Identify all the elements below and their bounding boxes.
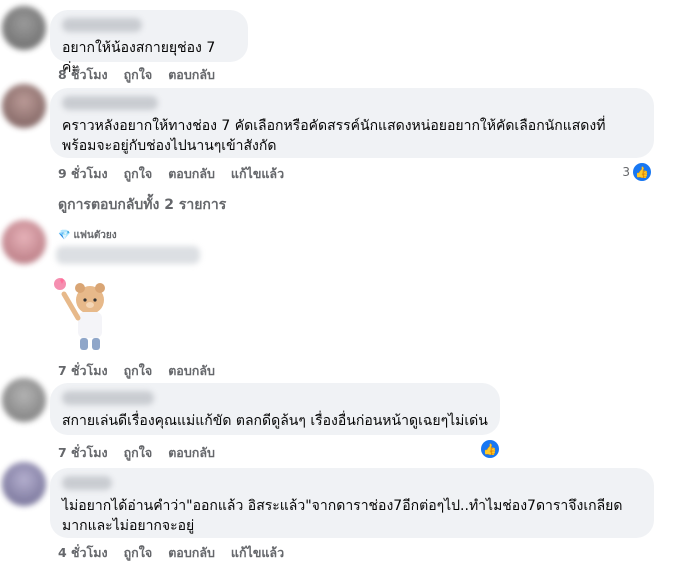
top-fan-label: แฟนตัวยง (73, 230, 117, 241)
comment-actions: 4 ชั่วโมง ถูกใจ ตอบกลับ แก้ไขแล้ว (58, 543, 284, 563)
like-button[interactable]: ถูกใจ (124, 361, 153, 381)
comment-actions: 7 ชั่วโมง ถูกใจ ตอบกลับ (58, 361, 215, 381)
edited-label[interactable]: แก้ไขแล้ว (231, 543, 284, 563)
like-button[interactable]: ถูกใจ (124, 443, 153, 463)
comment-text-line-1: คราวหลังอยากให้ทางช่อง 7 คัดเลือกหรือคัด… (62, 118, 606, 134)
avatar[interactable] (2, 6, 46, 50)
comment-actions: 9 ชั่วโมง ถูกใจ ตอบกลับ แก้ไขแล้ว (58, 164, 284, 184)
reaction-count[interactable]: 3 👍 (622, 163, 651, 181)
reply-button[interactable]: ตอบกลับ (168, 443, 215, 463)
top-fan-badge: 💎 แฟนตัวยง (58, 228, 117, 243)
reply-button[interactable]: ตอบกลับ (168, 164, 215, 184)
comment-text-line-1: ไม่อยากได้อ่านคำว่า"ออกแล้ว อิสระแล้ว"จา… (62, 498, 623, 514)
comment-text-line-2: มากและไม่อยากจะอยู่ (62, 518, 195, 534)
comment-bubble: อยากให้น้องสกายยุช่อง 7 ค่ะ (50, 10, 248, 76)
view-replies-link[interactable]: ดูการตอบกลับทั้ง 2 รายการ (58, 194, 226, 216)
thumbs-up-icon: 👍 (633, 163, 651, 181)
avatar[interactable] (2, 378, 46, 422)
comment-text-line-2: พร้อมจะอยู่กับช่องไปนานๆเข้าสังกัด (62, 138, 277, 154)
avatar[interactable] (2, 220, 46, 264)
reply-button[interactable]: ตอบกลับ (168, 361, 215, 381)
thumbs-up-icon[interactable]: 👍 (481, 440, 499, 458)
author-name-blurred[interactable] (62, 18, 142, 32)
comment-actions: 7 ชั่วโมง ถูกใจ ตอบกลับ (58, 443, 215, 463)
author-name-blurred[interactable] (62, 476, 112, 490)
author-name-blurred[interactable] (62, 96, 158, 110)
like-button[interactable]: ถูกใจ (124, 543, 153, 563)
timestamp[interactable]: 7 ชั่วโมง (58, 361, 108, 381)
timestamp[interactable]: 8 ชั่วโมง (58, 65, 108, 85)
timestamp[interactable]: 7 ชั่วโมง (58, 443, 108, 463)
diamond-icon: 💎 (58, 230, 71, 241)
like-button[interactable]: ถูกใจ (124, 65, 153, 85)
bear-sticker[interactable] (52, 276, 116, 356)
author-name-blurred[interactable] (56, 246, 200, 264)
reply-button[interactable]: ตอบกลับ (168, 543, 215, 563)
edited-label[interactable]: แก้ไขแล้ว (231, 164, 284, 184)
avatar[interactable] (2, 462, 46, 506)
comment-bubble: ไม่อยากได้อ่านคำว่า"ออกแล้ว อิสระแล้ว"จา… (50, 468, 654, 538)
timestamp[interactable]: 4 ชั่วโมง (58, 543, 108, 563)
reaction-count-number: 3 (622, 165, 630, 179)
reply-button[interactable]: ตอบกลับ (168, 65, 215, 85)
comment-bubble: คราวหลังอยากให้ทางช่อง 7 คัดเลือกหรือคัด… (50, 88, 654, 158)
comment-bubble: สกายเล่นดีเรื่องคุณแม่แก้ขัด ตลกดีดูล้นๆ… (50, 383, 500, 435)
timestamp[interactable]: 9 ชั่วโมง (58, 164, 108, 184)
comment-text: สกายเล่นดีเรื่องคุณแม่แก้ขัด ตลกดีดูล้นๆ… (62, 413, 488, 429)
author-name-blurred[interactable] (62, 391, 154, 405)
like-button[interactable]: ถูกใจ (124, 164, 153, 184)
avatar[interactable] (2, 84, 46, 128)
comment-actions: 8 ชั่วโมง ถูกใจ ตอบกลับ (58, 65, 215, 85)
